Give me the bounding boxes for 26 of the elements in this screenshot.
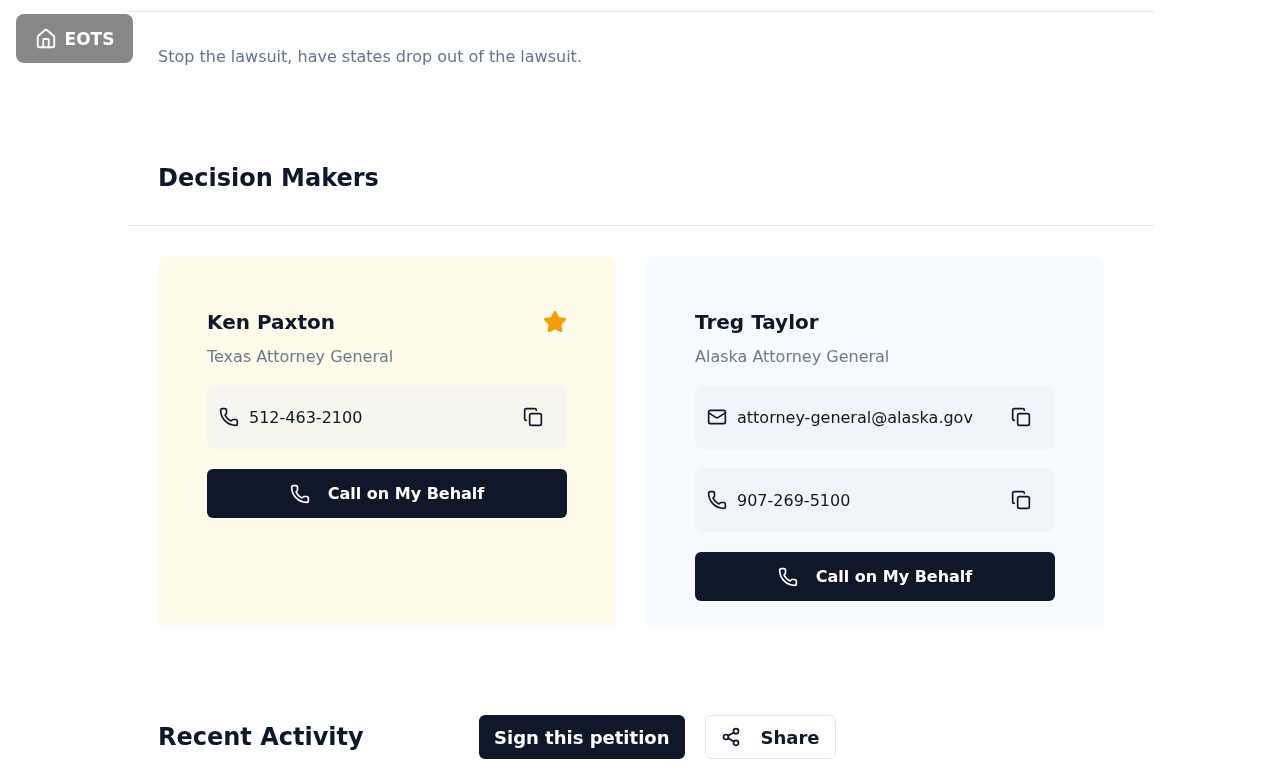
person-name: Ken Paxton bbox=[207, 310, 335, 334]
share-button[interactable]: Share bbox=[704, 715, 836, 759]
person-role: Texas Attorney General bbox=[207, 347, 395, 366]
call-button[interactable]: Call on My Behalf bbox=[207, 469, 567, 518]
section-heading: Decision Makers bbox=[158, 163, 380, 194]
section-heading: Recent Activity bbox=[158, 723, 365, 751]
home-icon bbox=[34, 27, 57, 50]
person-name: Treg Taylor bbox=[695, 310, 819, 334]
phone-icon bbox=[219, 407, 239, 427]
petition-description: Stop the lawsuit, have states drop out of the lawsuit. bbox=[158, 47, 583, 66]
copy-button[interactable] bbox=[1011, 407, 1031, 427]
copy-button[interactable] bbox=[1011, 490, 1031, 510]
star-icon bbox=[543, 310, 567, 334]
phone-icon bbox=[707, 490, 727, 510]
sign-petition-button[interactable]: Sign this petition bbox=[479, 715, 685, 759]
contact-value: attorney-general@alaska.gov bbox=[737, 407, 974, 427]
phone-icon bbox=[777, 566, 798, 587]
share-icon bbox=[720, 727, 741, 747]
contact-value: 512-463-2100 bbox=[249, 407, 364, 427]
mail-icon bbox=[707, 407, 727, 427]
call-button[interactable]: Call on My Behalf bbox=[695, 552, 1055, 601]
copy-button[interactable] bbox=[523, 407, 543, 427]
contact-value: 907-269-5100 bbox=[737, 490, 852, 510]
person-role: Alaska Attorney General bbox=[695, 347, 891, 366]
home-button[interactable]: EOTS bbox=[16, 14, 133, 63]
phone-icon bbox=[289, 483, 310, 504]
